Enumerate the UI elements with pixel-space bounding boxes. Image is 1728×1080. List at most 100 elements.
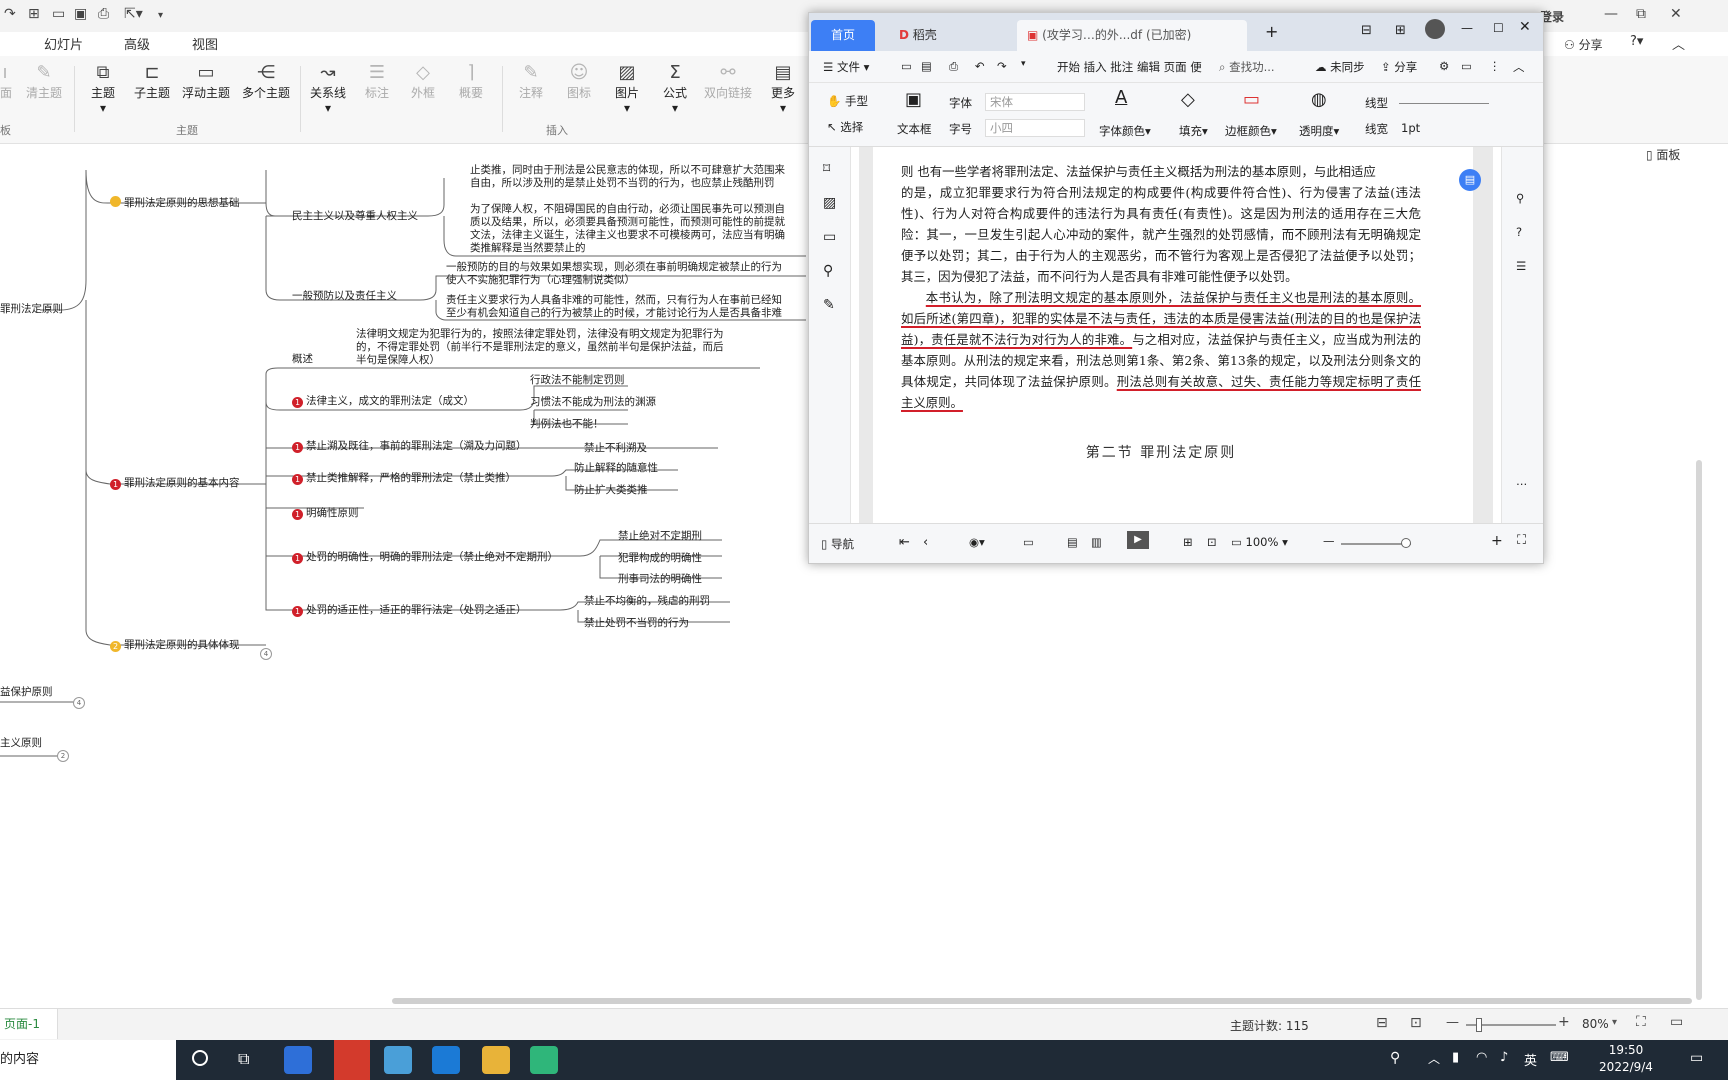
translate-float-icon[interactable]: ▤ bbox=[1459, 169, 1481, 191]
grid-icon[interactable]: ⊞ bbox=[1395, 23, 1406, 38]
fullscreen-icon[interactable]: ⛶ bbox=[1517, 533, 1526, 548]
tool-icon[interactable]: ⚲ bbox=[1516, 191, 1524, 205]
horizontal-scrollbar[interactable] bbox=[392, 998, 1692, 1004]
continuous-page-icon[interactable]: ▤ bbox=[1067, 535, 1078, 549]
file-explorer-icon[interactable] bbox=[482, 1046, 510, 1074]
zoom-level[interactable]: 80% bbox=[1582, 1017, 1609, 1031]
textbox-label[interactable]: 文本框 bbox=[897, 121, 932, 137]
thumbnail-icon[interactable]: ▨ bbox=[823, 195, 836, 211]
zoom-in-icon[interactable]: + bbox=[1491, 533, 1503, 549]
border-color-icon[interactable]: ▭ bbox=[1243, 89, 1260, 110]
collapse-count-badge[interactable]: 4 bbox=[73, 697, 85, 709]
zoom-level[interactable]: ▭ 100% ▾ bbox=[1231, 535, 1288, 549]
fullscreen-icon[interactable]: ⛶ bbox=[1636, 1014, 1646, 1030]
avatar[interactable] bbox=[1425, 19, 1445, 39]
node-penalty-sub-2[interactable]: 犯罪构成的明确性 bbox=[618, 552, 702, 565]
node-democracy[interactable]: 民主主义以及尊重人权主义 bbox=[292, 210, 418, 223]
node-penalty-sub-1[interactable]: 禁止绝对不定期刑 bbox=[618, 530, 702, 543]
volume-icon[interactable]: ♪ bbox=[1500, 1050, 1508, 1065]
person-icon[interactable]: ⚲ bbox=[1390, 1050, 1400, 1066]
present-icon[interactable]: ▭ bbox=[1670, 1014, 1683, 1030]
fit-page-icon[interactable]: ⊡ bbox=[1207, 535, 1217, 549]
node-proper[interactable]: 1 处罚的适正性，适正的罪行法定（处罚之适正） bbox=[292, 604, 527, 617]
undo-icon[interactable]: ↶ bbox=[975, 59, 985, 73]
node-retro[interactable]: 1 禁止溯及既往，事前的罪刑法定（溯及力问题） bbox=[292, 440, 527, 453]
font-color-icon[interactable]: A bbox=[1115, 87, 1127, 108]
node-basic[interactable]: 1 罪刑法定原则的基本内容 bbox=[110, 477, 240, 490]
mindmap-app-icon[interactable] bbox=[530, 1046, 558, 1074]
restore-icon[interactable]: ☐ bbox=[1493, 21, 1504, 35]
border-color-label[interactable]: 边框颜色▾ bbox=[1225, 123, 1277, 139]
sign-icon[interactable]: ✎ bbox=[823, 297, 835, 313]
size-select[interactable]: 小四 bbox=[985, 119, 1085, 137]
read-mode-icon[interactable]: ◉▾ bbox=[969, 535, 985, 549]
tab-docer[interactable]: D 稻壳 bbox=[889, 20, 1009, 51]
select-tool[interactable]: ↖ 选择 bbox=[827, 119, 863, 135]
single-page-icon[interactable]: ▭ bbox=[1023, 535, 1034, 549]
node-proper-sub-2[interactable]: 禁止处罚不当罚的行为 bbox=[584, 617, 689, 630]
font-color-label[interactable]: 字体颜色▾ bbox=[1099, 123, 1151, 139]
print-icon[interactable]: ⎙ bbox=[949, 59, 958, 74]
task-view-icon[interactable]: ⧉ bbox=[238, 1049, 249, 1069]
prev-page-icon[interactable]: ‹ bbox=[923, 535, 928, 550]
clock-date[interactable]: 2022/9/4 bbox=[1588, 1060, 1664, 1074]
node-analogy[interactable]: 1 禁止类推解释，严格的罪刑法定（禁止类推） bbox=[292, 472, 516, 485]
node-legalism-sub-2[interactable]: 习惯法不能成为刑法的渊源 bbox=[530, 396, 656, 409]
zoom-slider-handle[interactable] bbox=[1476, 1018, 1482, 1032]
tab-pdf-document[interactable]: ▣ (攻学习…的外...df (已加密) bbox=[1017, 20, 1247, 51]
zoom-out-icon[interactable]: — bbox=[1323, 534, 1335, 548]
clock-time[interactable]: 19:50 bbox=[1598, 1043, 1654, 1057]
vertical-scrollbar[interactable] bbox=[1696, 460, 1702, 1000]
font-select[interactable]: 宋体 bbox=[985, 93, 1085, 111]
line-width-select[interactable]: 1pt bbox=[1401, 121, 1420, 135]
node-penalty[interactable]: 1 处罚的明确性，明确的罪刑法定（禁止绝对不定期刑） bbox=[292, 551, 558, 564]
navigation-toggle[interactable]: ▯ 导航 bbox=[821, 536, 854, 552]
comment-icon[interactable]: ▭ bbox=[1461, 59, 1472, 73]
more-dropdown-icon[interactable]: ▾ bbox=[1021, 59, 1026, 69]
node-penalty-sub-3[interactable]: 刑事司法的明确性 bbox=[618, 573, 702, 586]
node-prevention-text1[interactable]: 一般预防的目的与效果如果想实现，则必须在事前明确规定被禁止的行为 使人不实施犯罪… bbox=[446, 261, 806, 287]
wps-icon[interactable] bbox=[334, 1040, 370, 1080]
more-icon[interactable]: ⋮ bbox=[1489, 59, 1501, 73]
double-page-icon[interactable]: ▥ bbox=[1091, 535, 1102, 549]
search-box[interactable]: ⌕ 查找功... bbox=[1219, 59, 1275, 75]
mail-icon[interactable] bbox=[432, 1046, 460, 1074]
node-retro-sub-1[interactable]: 禁止不利溯及 bbox=[584, 442, 647, 455]
zoom-slider-handle[interactable] bbox=[1401, 538, 1411, 548]
zoom-dropdown-icon[interactable]: ▾ bbox=[1612, 1017, 1617, 1028]
node-overview[interactable]: 概述 bbox=[292, 353, 313, 366]
share-button[interactable]: ⇪ 分享 bbox=[1381, 59, 1417, 75]
settings-icon[interactable]: ⚙ bbox=[1439, 59, 1449, 73]
node-democracy-text2[interactable]: 为了保障人权，不阻碍国民的自由行动，必须让国民事先可以预测自 质以及结果，所以，… bbox=[470, 203, 806, 255]
minimize-icon[interactable]: — bbox=[1461, 21, 1473, 35]
ime-indicator[interactable]: 英 bbox=[1524, 1050, 1537, 1069]
photos-icon[interactable] bbox=[384, 1046, 412, 1074]
first-page-icon[interactable]: ⇤ bbox=[899, 535, 910, 550]
fill-label[interactable]: 填充▾ bbox=[1179, 123, 1208, 139]
ribbon-tabs[interactable]: 开始 插入 批注 编辑 页面 便 bbox=[1057, 59, 1202, 75]
sync-status[interactable]: ☁ 未同步 bbox=[1315, 59, 1365, 75]
fit-screen-icon[interactable]: ⊡ bbox=[1410, 1015, 1422, 1031]
more-icon[interactable]: ⋯ bbox=[1516, 477, 1528, 491]
bookmark-icon[interactable]: ⌑ bbox=[823, 161, 830, 177]
open-icon[interactable]: ▭ bbox=[901, 59, 912, 73]
node-root[interactable]: 罪刑法定原则 bbox=[0, 303, 63, 316]
collapse-icon[interactable]: ︿ bbox=[1513, 59, 1525, 75]
node-ideology[interactable]: 罪刑法定原则的思想基础 bbox=[110, 196, 240, 210]
wifi-icon[interactable]: ◠ bbox=[1476, 1050, 1487, 1065]
node-overview-text[interactable]: 法律明文规定为犯罪行为的，按照法律定罪处罚，法律没有明文规定为犯罪行为 的，不得… bbox=[356, 328, 776, 367]
collapse-count-badge[interactable]: 2 bbox=[57, 750, 69, 762]
fill-icon[interactable]: ◇ bbox=[1181, 89, 1195, 110]
comment-icon[interactable]: ▭ bbox=[823, 229, 836, 245]
tray-expand-icon[interactable]: ︿ bbox=[1428, 1050, 1440, 1067]
node-legalism-sub-1[interactable]: 行政法不能制定罚则 bbox=[530, 374, 625, 387]
node-prevention-text2[interactable]: 责任主义要求行为人具备非难的可能性，然而，只有行为人在事前已经知 至少有机会知道… bbox=[446, 294, 806, 320]
node-legalism[interactable]: 1 法律主义，成文的罪刑法定（成文） bbox=[292, 395, 474, 408]
hand-tool[interactable]: ✋ 手型 bbox=[827, 93, 868, 109]
help-icon[interactable]: ? bbox=[1516, 225, 1522, 239]
new-tab-icon[interactable]: + bbox=[1265, 22, 1278, 41]
notification-icon[interactable]: ▭ bbox=[1690, 1050, 1703, 1066]
layout-icon[interactable]: ⊟ bbox=[1361, 23, 1372, 38]
node-legalism-sub-3[interactable]: 判例法也不能！ bbox=[530, 418, 604, 431]
node-analogy-sub-1[interactable]: 防止解释的随意性 bbox=[574, 462, 658, 475]
